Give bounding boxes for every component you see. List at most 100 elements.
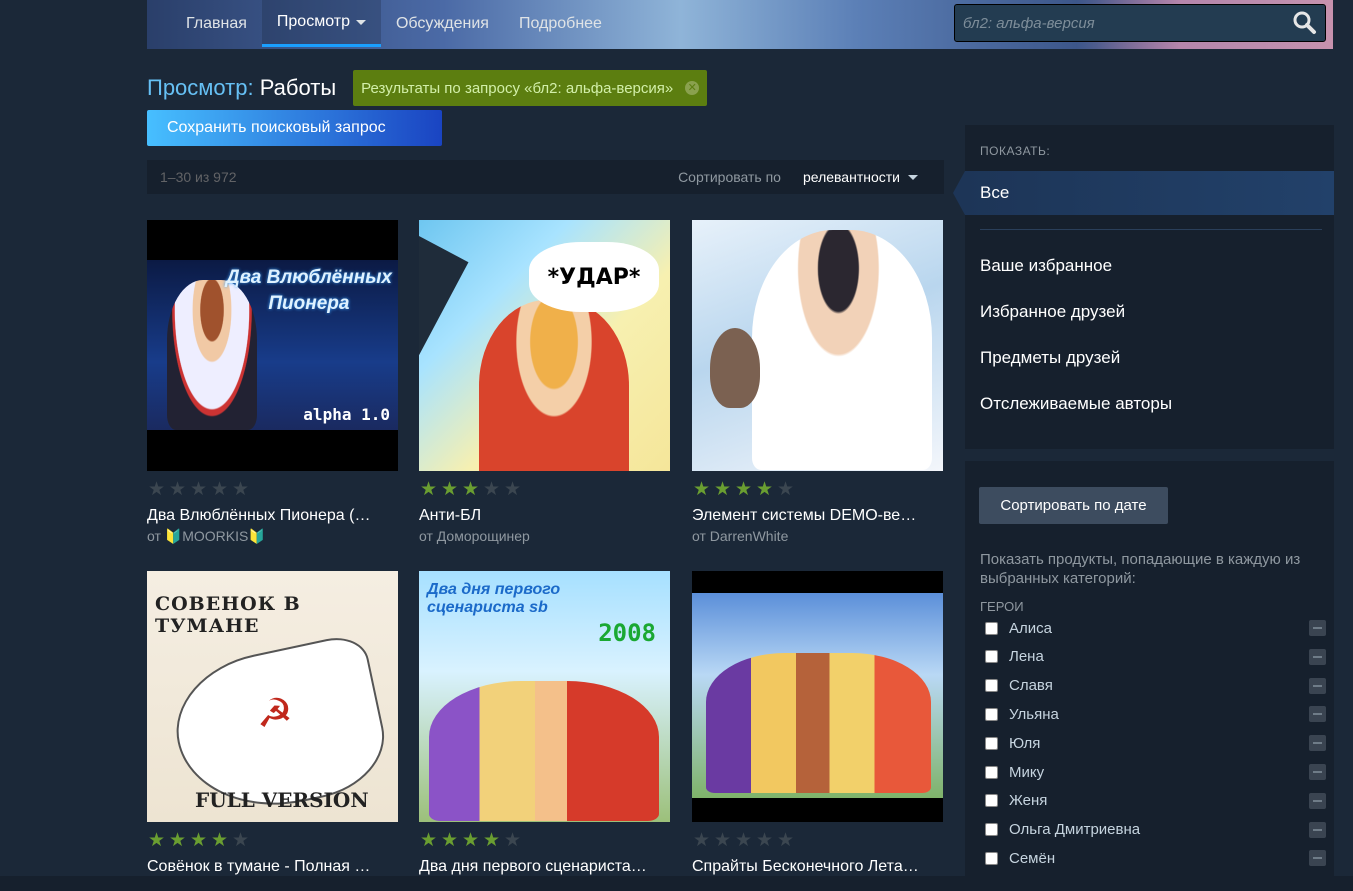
star-icon: ★ bbox=[692, 830, 711, 851]
tag-label[interactable]: Славя bbox=[1009, 677, 1309, 694]
show-filter-header: ПОКАЗАТЬ: bbox=[980, 144, 1051, 158]
star-icon: ★ bbox=[776, 479, 795, 500]
rating-stars: ★ ★ ★ ★ ★ bbox=[692, 830, 943, 851]
thumbnail-text: Два дня первого bbox=[427, 581, 561, 598]
star-icon: ★ bbox=[755, 479, 774, 500]
exclude-tag-icon[interactable] bbox=[1309, 620, 1326, 636]
exclude-tag-icon[interactable] bbox=[1309, 706, 1326, 723]
star-icon: ★ bbox=[482, 830, 501, 851]
tag-label[interactable]: Лена bbox=[1009, 648, 1309, 665]
item-thumbnail[interactable]: Два дня первого сценариста sb 2008 bbox=[419, 571, 670, 822]
page-title-section: Работы bbox=[259, 75, 337, 100]
search-query-tag: Результаты по запросу «бл2: альфа-версия… bbox=[353, 70, 708, 106]
exclude-tag-icon[interactable] bbox=[1309, 735, 1326, 752]
workshop-item: Два дня первого сценариста sb 2008 ★ ★ ★ ★ ★… bbox=[419, 571, 670, 876]
save-search-button[interactable]: Сохранить поисковый запрос bbox=[147, 110, 442, 146]
tag-filter-row: Мику bbox=[985, 760, 1330, 784]
tag-checkbox[interactable] bbox=[985, 765, 998, 779]
item-author[interactable]: от Доморощинер bbox=[419, 528, 670, 544]
thumbnail-version: alpha 1.0 bbox=[303, 405, 390, 424]
tag-checkbox[interactable] bbox=[985, 794, 998, 808]
search-input[interactable] bbox=[954, 4, 1326, 42]
rating-stars: ★ ★ ★ ★ ★ bbox=[419, 479, 670, 500]
nav-browse-label: Просмотр bbox=[276, 13, 350, 30]
star-icon: ★ bbox=[189, 830, 208, 851]
sort-label: Сортировать по bbox=[678, 169, 781, 185]
star-icon: ★ bbox=[168, 830, 187, 851]
star-icon: ★ bbox=[147, 479, 166, 500]
item-title[interactable]: Совёнок в тумане - Полная … bbox=[147, 858, 398, 876]
exclude-tag-icon[interactable] bbox=[1309, 648, 1326, 665]
item-title[interactable]: Анти-БЛ bbox=[419, 507, 670, 525]
item-title[interactable]: Два дня первого сценариста… bbox=[419, 858, 670, 876]
exclude-tag-icon[interactable] bbox=[1309, 764, 1326, 780]
tag-label[interactable]: Алиса bbox=[1009, 620, 1309, 637]
exclude-tag-icon[interactable] bbox=[1309, 850, 1326, 867]
close-icon[interactable]: ✕ bbox=[685, 81, 700, 95]
item-title[interactable]: Элемент системы DEMO-ве… bbox=[692, 507, 943, 525]
rating-stars: ★ ★ ★ ★ ★ bbox=[419, 830, 670, 851]
exclude-tag-icon[interactable] bbox=[1309, 821, 1326, 838]
page-title-prefix[interactable]: Просмотр: bbox=[147, 75, 254, 100]
tag-checkbox[interactable] bbox=[985, 650, 998, 664]
sort-dropdown-value: релевантности bbox=[802, 169, 900, 185]
hammer-sickle-icon: ☭ bbox=[257, 692, 293, 736]
exclude-tag-icon[interactable] bbox=[1309, 677, 1326, 694]
tag-label[interactable]: Ольга Дмитриевна bbox=[1009, 821, 1309, 838]
workshop-item: *УДАР* ★ ★ ★ ★ ★ Анти-БЛ от Доморощинер bbox=[419, 220, 670, 544]
tag-label[interactable]: Юля bbox=[1009, 735, 1309, 752]
thumbnail-figure bbox=[706, 653, 931, 793]
tag-checkbox[interactable] bbox=[985, 621, 998, 635]
page-bottom bbox=[0, 876, 1353, 891]
thumbnail-figure bbox=[429, 681, 659, 821]
sort-dropdown[interactable]: релевантности bbox=[803, 169, 918, 185]
thumbnail-owl bbox=[710, 328, 760, 408]
filter-friends-favorites[interactable]: Избранное друзей bbox=[980, 302, 1125, 322]
category-header: ГЕРОИ bbox=[980, 599, 1024, 614]
tag-checkbox[interactable] bbox=[985, 707, 998, 721]
tag-filter-description: Показать продукты, попадающие в каждую и… bbox=[980, 551, 1301, 587]
tag-filter-row: Лена bbox=[985, 645, 1330, 669]
nav-home[interactable]: Главная bbox=[147, 0, 262, 47]
divider bbox=[980, 229, 1322, 230]
tag-label[interactable]: Мику bbox=[1009, 764, 1309, 781]
star-icon: ★ bbox=[419, 479, 438, 500]
exclude-tag-icon[interactable] bbox=[1309, 792, 1326, 809]
tag-checkbox[interactable] bbox=[985, 851, 998, 865]
sort-by-date-button[interactable]: Сортировать по дате bbox=[979, 487, 1168, 524]
tag-filter-panel: Сортировать по дате Показать продукты, п… bbox=[965, 461, 1334, 891]
item-title[interactable]: Спрайты Бесконечного Лета… bbox=[692, 858, 943, 876]
item-title[interactable]: Два Влюблённых Пионера (… bbox=[147, 507, 398, 525]
item-thumbnail[interactable] bbox=[692, 571, 943, 822]
item-thumbnail[interactable]: Два Влюблённых Пионера alpha 1.0 bbox=[147, 220, 398, 471]
tag-checkbox[interactable] bbox=[985, 679, 998, 693]
filter-favorites[interactable]: Ваше избранное bbox=[980, 256, 1112, 276]
item-thumbnail[interactable]: *УДАР* bbox=[419, 220, 670, 471]
filter-friends-items[interactable]: Предметы друзей bbox=[980, 348, 1120, 368]
thumbnail-year: 2008 bbox=[598, 619, 656, 647]
nav-browse[interactable]: Просмотр bbox=[261, 0, 381, 47]
item-author[interactable]: от DarrenWhite bbox=[692, 528, 943, 544]
filter-all[interactable]: Все bbox=[953, 171, 1334, 215]
search-icon[interactable] bbox=[1290, 9, 1320, 37]
nav-discussions[interactable]: Обсуждения bbox=[381, 0, 504, 47]
star-icon: ★ bbox=[440, 830, 459, 851]
star-icon: ★ bbox=[231, 830, 250, 851]
nav-more[interactable]: Подробнее bbox=[504, 0, 617, 47]
main-nav: Главная Просмотр Обсуждения Подробнее bbox=[147, 0, 617, 49]
item-author[interactable]: от 🔰MOORKIS🔰 bbox=[147, 528, 398, 545]
tag-label[interactable]: Ульяна bbox=[1009, 706, 1309, 723]
tag-checkbox[interactable] bbox=[985, 823, 998, 837]
thumbnail-title: Два Влюблённых Пионера bbox=[226, 265, 392, 317]
workshop-item: Два Влюблённых Пионера alpha 1.0 ★ ★ ★ ★ ★ Д… bbox=[147, 220, 398, 545]
star-icon: ★ bbox=[440, 479, 459, 500]
tag-filter-row: Семён bbox=[985, 846, 1330, 870]
tag-checkbox[interactable] bbox=[985, 736, 998, 750]
tag-label[interactable]: Семён bbox=[1009, 850, 1309, 867]
star-icon: ★ bbox=[776, 830, 795, 851]
filter-followed-authors[interactable]: Отслеживаемые авторы bbox=[980, 394, 1172, 414]
tag-label[interactable]: Женя bbox=[1009, 792, 1309, 809]
item-thumbnail[interactable]: СОВЕНОК В ТУМАНЕ ☭ FULL VERSION bbox=[147, 571, 398, 822]
tag-filter-row: Женя bbox=[985, 789, 1330, 813]
item-thumbnail[interactable] bbox=[692, 220, 943, 471]
